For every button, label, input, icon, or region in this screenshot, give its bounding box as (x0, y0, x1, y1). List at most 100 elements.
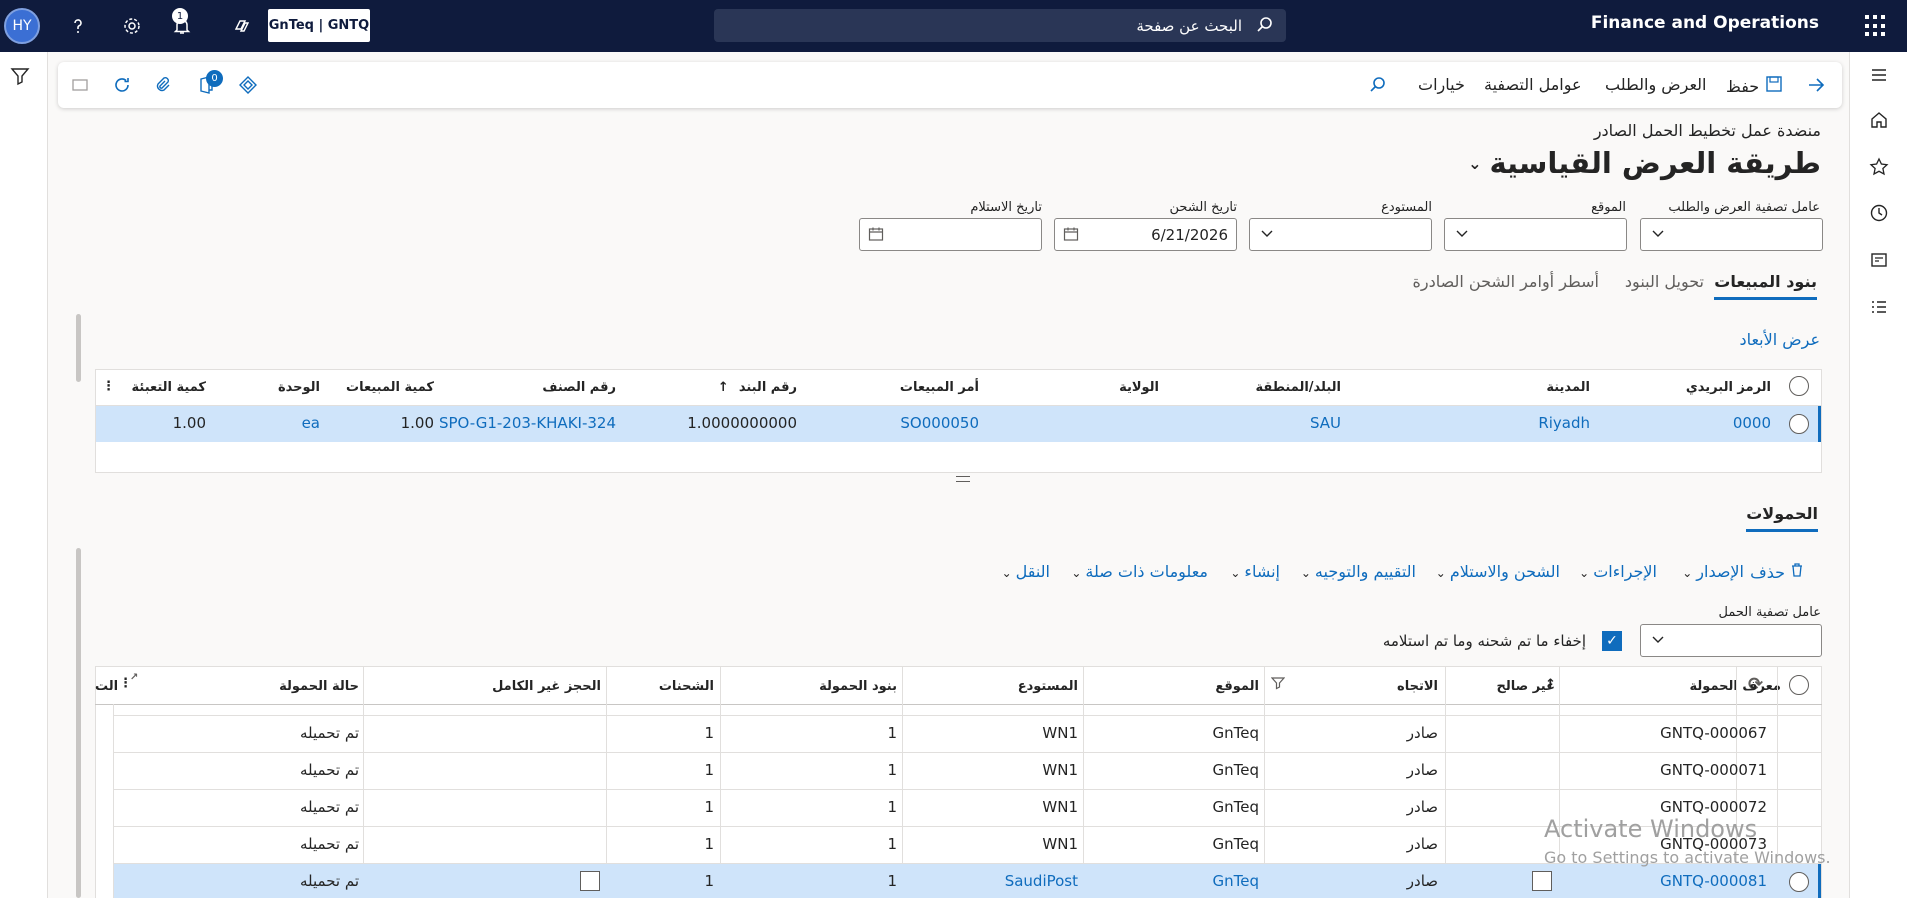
ship-date-field[interactable]: 6/21/2026 (1054, 218, 1237, 251)
filters-menu[interactable]: عوامل التصفية (1484, 75, 1582, 94)
row-select-radio[interactable] (1789, 872, 1809, 892)
help-icon[interactable] (64, 12, 92, 40)
save-button[interactable]: حفظ (1726, 75, 1783, 97)
refresh-icon[interactable] (110, 73, 134, 97)
cell-load-id[interactable]: GNTQ-000081 (1660, 872, 1767, 890)
load-filter-field[interactable] (1640, 624, 1822, 657)
page-search-input[interactable]: البحث عن صفحة (714, 9, 1286, 42)
pane-splitter-handle[interactable] (956, 476, 970, 482)
cell-unit[interactable]: ea (302, 414, 320, 432)
app-title[interactable]: Finance and Operations (1591, 13, 1819, 33)
cell-site[interactable]: GnTeq (1213, 872, 1260, 890)
open-in-office-icon[interactable] (68, 73, 92, 97)
column-options-icon[interactable]: ⋮ (102, 379, 115, 394)
cell-country[interactable]: SAU (1310, 414, 1341, 432)
cell-sales-order[interactable]: SO000050 (900, 414, 979, 432)
delete-load-button[interactable]: حذف (1750, 562, 1805, 582)
col-item-number[interactable]: رقم الصنف (542, 380, 616, 395)
copilot-icon[interactable] (228, 12, 256, 40)
release-menu[interactable]: الإصدار⌄ (1682, 562, 1744, 581)
incomplete-reservation-checkbox[interactable] (580, 871, 600, 891)
cell-load-id[interactable]: GNTQ-000072 (1660, 798, 1767, 816)
table-row[interactable] (114, 864, 1821, 898)
col-direction[interactable]: الاتجاه (1397, 679, 1438, 694)
supply-demand-menu[interactable]: العرض والطلب (1605, 75, 1706, 94)
favorites-star-icon[interactable] (1867, 155, 1891, 179)
rating-routing-menu[interactable]: التقييم والتوجيه⌄ (1301, 562, 1416, 581)
home-icon[interactable] (1867, 108, 1891, 132)
tab-outbound-shipment-order-lines[interactable]: أسطر أوامر الشحن الصادرة (1413, 272, 1599, 291)
power-apps-icon[interactable] (236, 73, 260, 97)
options-menu[interactable]: خيارات (1418, 75, 1465, 94)
chevron-down-icon: ⌄ (1300, 566, 1311, 580)
hamburger-menu-icon[interactable] (1867, 63, 1891, 87)
section-scroll-indicator[interactable] (76, 314, 81, 382)
create-menu[interactable]: إنشاء⌄ (1230, 562, 1280, 581)
cell-city[interactable]: Riyadh (1538, 414, 1590, 432)
transport-menu[interactable]: النقل⌄ (1002, 562, 1050, 581)
cell-warehouse: WN1 (1042, 761, 1078, 779)
page-title[interactable]: طريقة العرض القياسية ⌄ (1468, 146, 1821, 180)
notification-count-badge: 1 (172, 8, 188, 24)
navigation-rail (1849, 52, 1907, 898)
select-all-radio[interactable] (1789, 376, 1809, 396)
ship-receive-menu[interactable]: الشحن والاستلام⌄ (1436, 562, 1560, 581)
tab-sales-lines[interactable]: بنود المبيعات (1714, 272, 1817, 300)
cell-load-id[interactable]: GNTQ-000071 (1660, 761, 1767, 779)
hide-shipped-checkbox[interactable]: ✓ (1602, 631, 1622, 651)
user-avatar[interactable]: HY (4, 8, 40, 44)
cell-site: GnTeq (1212, 761, 1260, 779)
col-site[interactable]: الموقع (1215, 679, 1259, 694)
transport-label: النقل (1015, 562, 1050, 581)
col-invalid[interactable]: غير صالح (1497, 679, 1556, 694)
invalid-checkbox[interactable] (1532, 871, 1552, 891)
col-load-lines[interactable]: بنود الحمولة (819, 679, 897, 694)
col-more-truncated[interactable]: الت (95, 679, 118, 694)
col-unit[interactable]: الوحدة (278, 380, 320, 395)
cell-warehouse[interactable]: SaudiPost (1005, 872, 1078, 890)
cell-postal-code[interactable]: 0000 (1733, 414, 1771, 432)
actions-menu[interactable]: الإجراءات⌄ (1579, 562, 1657, 581)
calendar-icon[interactable] (868, 226, 884, 246)
col-incomplete-reservation[interactable]: الحجز غير الكامل (492, 679, 601, 694)
tab-transfer-lines[interactable]: تحويل البنود (1625, 272, 1704, 291)
attachments-paperclip-icon[interactable] (150, 73, 174, 97)
modules-list-icon[interactable] (1867, 295, 1891, 319)
calendar-icon[interactable] (1063, 226, 1079, 246)
col-sales-qty[interactable]: كمية المبيعات (346, 380, 434, 395)
col-shipments[interactable]: الشحنات (659, 679, 714, 694)
back-arrow-icon[interactable] (1804, 73, 1828, 97)
workspaces-icon[interactable] (1867, 248, 1891, 272)
cell-item-number[interactable]: SPO-G1-203-KHAKI-324 (439, 414, 616, 432)
show-dimensions-link[interactable]: عرض الأبعاد (1739, 330, 1820, 349)
col-postal-code[interactable]: الرمز البريدي (1686, 380, 1771, 395)
col-state[interactable]: الولاية (1119, 380, 1159, 395)
col-load-status[interactable]: حالة الحمولة (279, 679, 359, 694)
col-packing-qty[interactable]: كمية التعبئة (132, 380, 206, 395)
col-line-number[interactable]: ↑ رقم البند (718, 380, 797, 395)
filter-pane-icon[interactable] (8, 64, 32, 88)
tab-loads[interactable]: الحمولات (1746, 504, 1818, 532)
col-sales-order[interactable]: أمر المبيعات (900, 380, 979, 395)
receipt-date-field[interactable] (859, 218, 1042, 251)
app-launcher-waffle-icon[interactable] (1865, 15, 1887, 37)
settings-gear-icon[interactable] (118, 12, 146, 40)
site-field[interactable] (1444, 218, 1627, 251)
loads-section-scroll-indicator[interactable] (76, 548, 81, 898)
row-select-radio[interactable] (1789, 414, 1809, 434)
col-city[interactable]: المدينة (1546, 380, 1590, 395)
cell-load-id[interactable]: GNTQ-000067 (1660, 724, 1767, 742)
expand-icon[interactable]: ↗ (130, 672, 138, 683)
warehouse-field[interactable] (1249, 218, 1432, 251)
recent-clock-icon[interactable] (1867, 201, 1891, 225)
supply-demand-filter-field[interactable] (1640, 218, 1823, 251)
col-country[interactable]: البلد/المنطقة (1256, 380, 1341, 395)
col-warehouse[interactable]: المستودع (1018, 679, 1078, 694)
action-search-icon[interactable] (1366, 73, 1390, 97)
related-info-menu[interactable]: معلومات ذات صلة⌄ (1071, 562, 1208, 581)
save-icon (1765, 75, 1783, 97)
column-filter-icon[interactable] (1270, 676, 1286, 694)
select-all-radio[interactable] (1789, 675, 1809, 695)
office-icon[interactable] (194, 73, 218, 97)
company-selector[interactable]: GnTeq | GNTQ (268, 9, 370, 42)
